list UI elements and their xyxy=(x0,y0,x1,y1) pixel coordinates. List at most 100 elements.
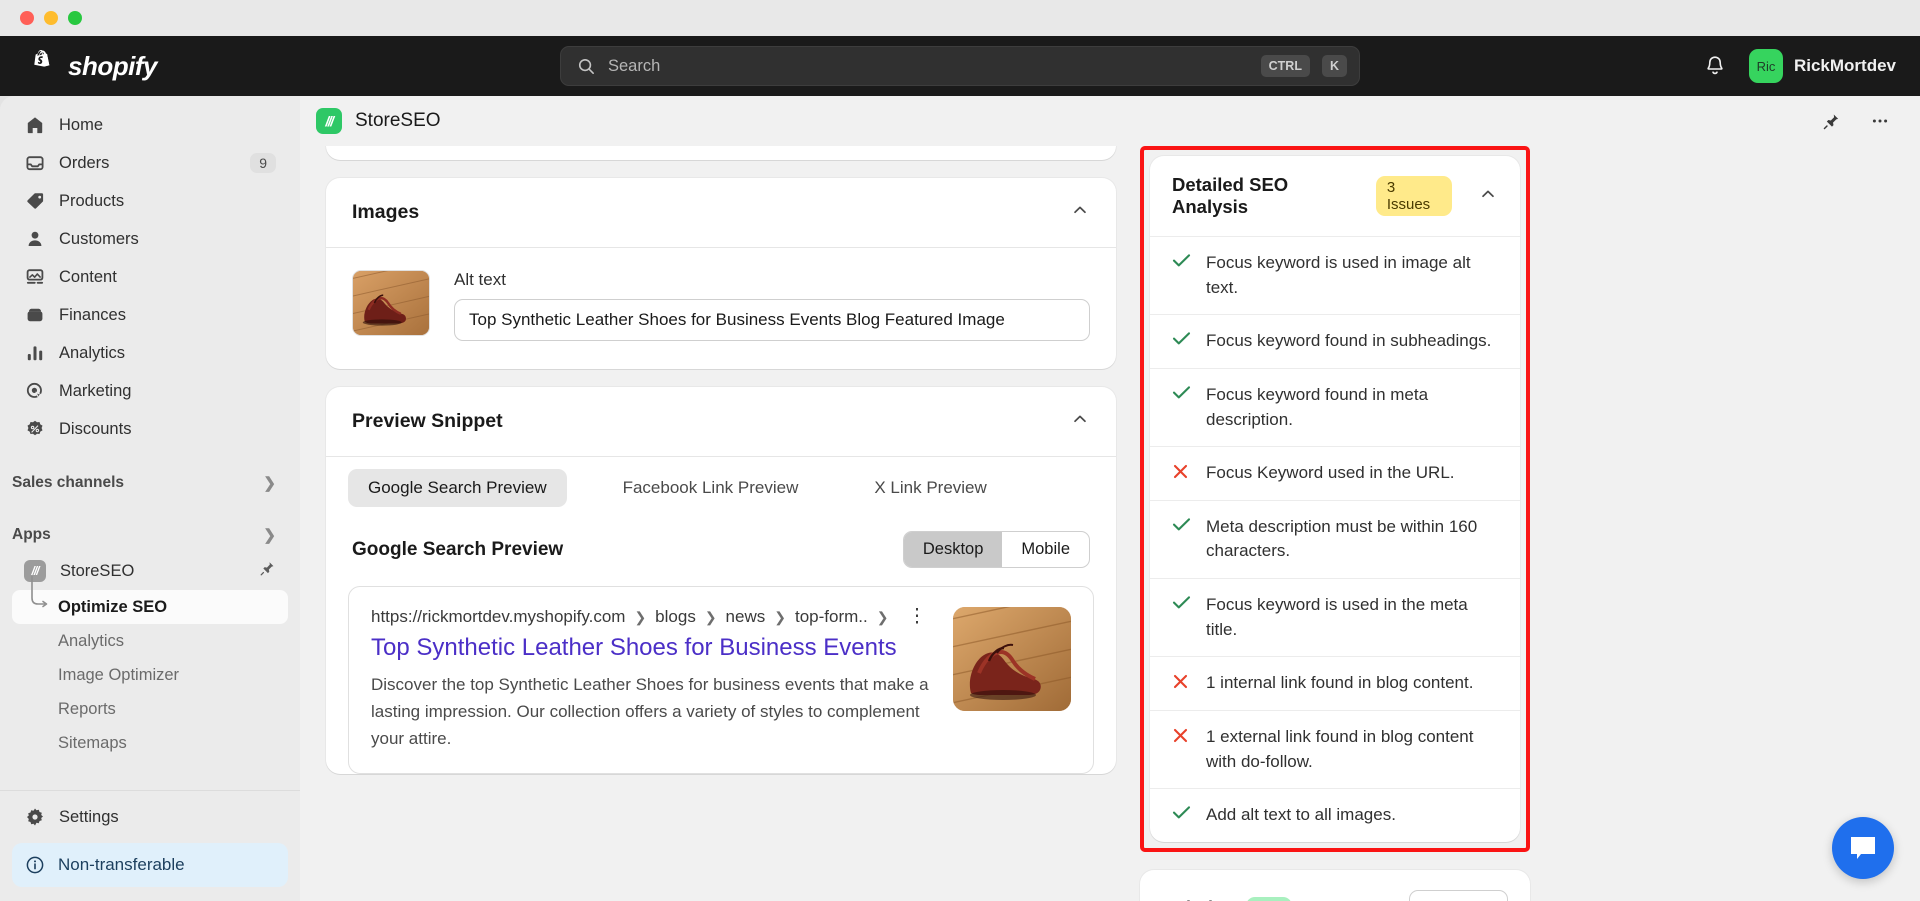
seo-check-text: Add alt text to all images. xyxy=(1206,805,1396,825)
previous-card-cutoff xyxy=(326,146,1116,160)
avatar: Ric xyxy=(1748,49,1783,83)
tab-x-link-preview[interactable]: X Link Preview xyxy=(854,469,1006,507)
tag-icon xyxy=(24,191,45,212)
chat-support-button[interactable] xyxy=(1832,817,1894,879)
preview-tabs: Google Search Preview Facebook Link Prev… xyxy=(326,457,1116,513)
chevron-up-icon[interactable] xyxy=(1070,409,1090,434)
leather-shoes-serp-thumbnail[interactable] xyxy=(953,607,1071,711)
noindex-header: Noindex Off Turn On xyxy=(1162,889,1508,901)
close-icon xyxy=(1172,725,1191,749)
chevron-up-icon[interactable] xyxy=(1478,184,1498,209)
user-menu[interactable]: Ric RickMortdev xyxy=(1748,49,1896,83)
window-titlebar xyxy=(0,0,1920,36)
storeseo-label: StoreSEO xyxy=(60,561,135,580)
device-label: Desktop xyxy=(922,540,984,558)
search-icon xyxy=(578,58,594,74)
window-minimize-button[interactable] xyxy=(44,11,58,25)
device-option-mobile[interactable]: Mobile xyxy=(1002,532,1089,567)
noindex-turn-on-button[interactable]: Turn On xyxy=(1409,889,1508,901)
info-icon xyxy=(26,856,44,874)
alt-text-label: Alt text xyxy=(454,270,506,289)
sidebar-item-optimize-seo[interactable]: Optimize SEO xyxy=(12,590,288,624)
leather-shoes-thumbnail[interactable] xyxy=(352,270,430,336)
app-title: StoreSEO xyxy=(355,110,441,131)
window-maximize-button[interactable] xyxy=(68,11,82,25)
serp-description: Discover the top Synthetic Leather Shoes… xyxy=(371,675,929,749)
app-analytics-label: Analytics xyxy=(58,631,125,650)
preview-subheader: Google Search Preview Desktop Mobile xyxy=(326,513,1116,580)
sidebar-label-products: Products xyxy=(59,191,125,210)
pin-icon[interactable] xyxy=(259,560,276,582)
seo-check-item: Focus keyword is used in image alt text. xyxy=(1150,236,1520,314)
sidebar-item-discounts[interactable]: Discounts xyxy=(12,411,288,447)
sidebar-divider xyxy=(0,790,300,791)
sidebar-section-sales-channels[interactable]: Sales channels ❯ xyxy=(0,466,300,500)
seo-check-text: Focus keyword is used in image alt text. xyxy=(1206,253,1471,297)
more-horizontal-icon[interactable] xyxy=(1870,111,1890,131)
serp-title-link[interactable]: Top Synthetic Leather Shoes for Business… xyxy=(371,633,937,663)
sidebar-section-apps[interactable]: Apps ❯ xyxy=(0,518,300,552)
sidebar-item-products[interactable]: Products xyxy=(12,183,288,219)
preview-snippet-header[interactable]: Preview Snippet xyxy=(326,387,1116,456)
alt-text-input[interactable] xyxy=(454,299,1090,341)
issues-badge: 3 Issues xyxy=(1375,176,1452,216)
sidebar-label-customers: Customers xyxy=(59,229,139,248)
images-card-header[interactable]: Images xyxy=(326,178,1116,247)
device-option-desktop[interactable]: Desktop xyxy=(903,532,1003,567)
sidebar-item-content[interactable]: Content xyxy=(12,259,288,295)
non-transferable-label: Non-transferable xyxy=(58,855,185,874)
sidebar-label-discounts: Discounts xyxy=(59,419,132,438)
seo-analysis-header[interactable]: Detailed SEO Analysis 3 Issues xyxy=(1150,156,1520,236)
images-card-body: Alt text xyxy=(326,248,1116,369)
noindex-status-badge: Off xyxy=(1246,896,1292,901)
device-toggle: Desktop Mobile xyxy=(902,531,1090,568)
sidebar-item-storeseo[interactable]: /// StoreSEO xyxy=(12,553,288,589)
tab-google-search-preview[interactable]: Google Search Preview xyxy=(348,469,567,507)
chevron-up-icon[interactable] xyxy=(1070,200,1090,225)
settings-label: Settings xyxy=(59,807,119,826)
sidebar-item-reports[interactable]: Reports xyxy=(12,692,288,726)
content-icon xyxy=(24,267,45,288)
seo-check-item: 1 external link found in blog content wi… xyxy=(1150,710,1520,788)
sidebar-item-image-optimizer[interactable]: Image Optimizer xyxy=(12,658,288,692)
tab-facebook-link-preview[interactable]: Facebook Link Preview xyxy=(603,469,819,507)
sidebar-label-content: Content xyxy=(59,267,117,286)
sidebar-item-customers[interactable]: Customers xyxy=(12,221,288,257)
search-placeholder: Search xyxy=(608,56,661,75)
chevron-right-icon: ❯ xyxy=(263,475,276,492)
bell-icon[interactable] xyxy=(1703,54,1727,78)
non-transferable-banner[interactable]: Non-transferable xyxy=(12,843,288,887)
finances-icon xyxy=(24,305,45,326)
shopify-brand[interactable]: shopify xyxy=(0,50,300,82)
sidebar-item-sitemaps[interactable]: Sitemaps xyxy=(12,726,288,760)
chat-bubble-icon xyxy=(1851,837,1875,859)
pin-icon[interactable] xyxy=(1822,112,1841,131)
window-close-button[interactable] xyxy=(20,11,34,25)
sales-channels-label: Sales channels xyxy=(12,474,125,491)
sidebar-item-analytics[interactable]: Analytics xyxy=(12,335,288,371)
chevron-right-icon: ❯ xyxy=(634,608,647,625)
sidebar-item-home[interactable]: Home xyxy=(12,107,288,143)
reports-label: Reports xyxy=(58,699,116,718)
three-dots-vertical-icon[interactable]: ⋮ xyxy=(907,607,926,626)
right-column: Detailed SEO Analysis 3 Issues Focus key… xyxy=(1140,146,1530,901)
marketing-target-icon xyxy=(24,381,45,402)
preview-snippet-title: Preview Snippet xyxy=(352,410,503,432)
sidebar-item-app-analytics[interactable]: Analytics xyxy=(12,624,288,658)
seo-check-item: Add alt text to all images. xyxy=(1150,788,1520,842)
sidebar-item-orders[interactable]: Orders 9 xyxy=(12,145,288,181)
user-name: RickMortdev xyxy=(1793,56,1896,75)
sidebar-item-finances[interactable]: Finances xyxy=(12,297,288,333)
check-icon xyxy=(1172,593,1191,615)
global-search[interactable]: Search CTRL K xyxy=(560,46,1360,86)
left-column: Images Alt text Top Synthetic Leather Sh… xyxy=(326,146,1116,800)
chevron-right-icon: ❯ xyxy=(774,608,786,625)
seo-check-text: Meta description must be within 160 char… xyxy=(1206,516,1478,561)
serp-crumb-news: news xyxy=(725,607,766,626)
sidebar-item-settings[interactable]: Settings xyxy=(12,799,288,835)
sidebar-item-marketing[interactable]: Marketing xyxy=(12,373,288,409)
storeseo-app-icon: /// xyxy=(316,108,342,134)
sidebar-label-marketing: Marketing xyxy=(59,381,132,400)
chevron-right-icon: ❯ xyxy=(263,527,276,544)
chevron-right-icon: ❯ xyxy=(704,608,717,625)
